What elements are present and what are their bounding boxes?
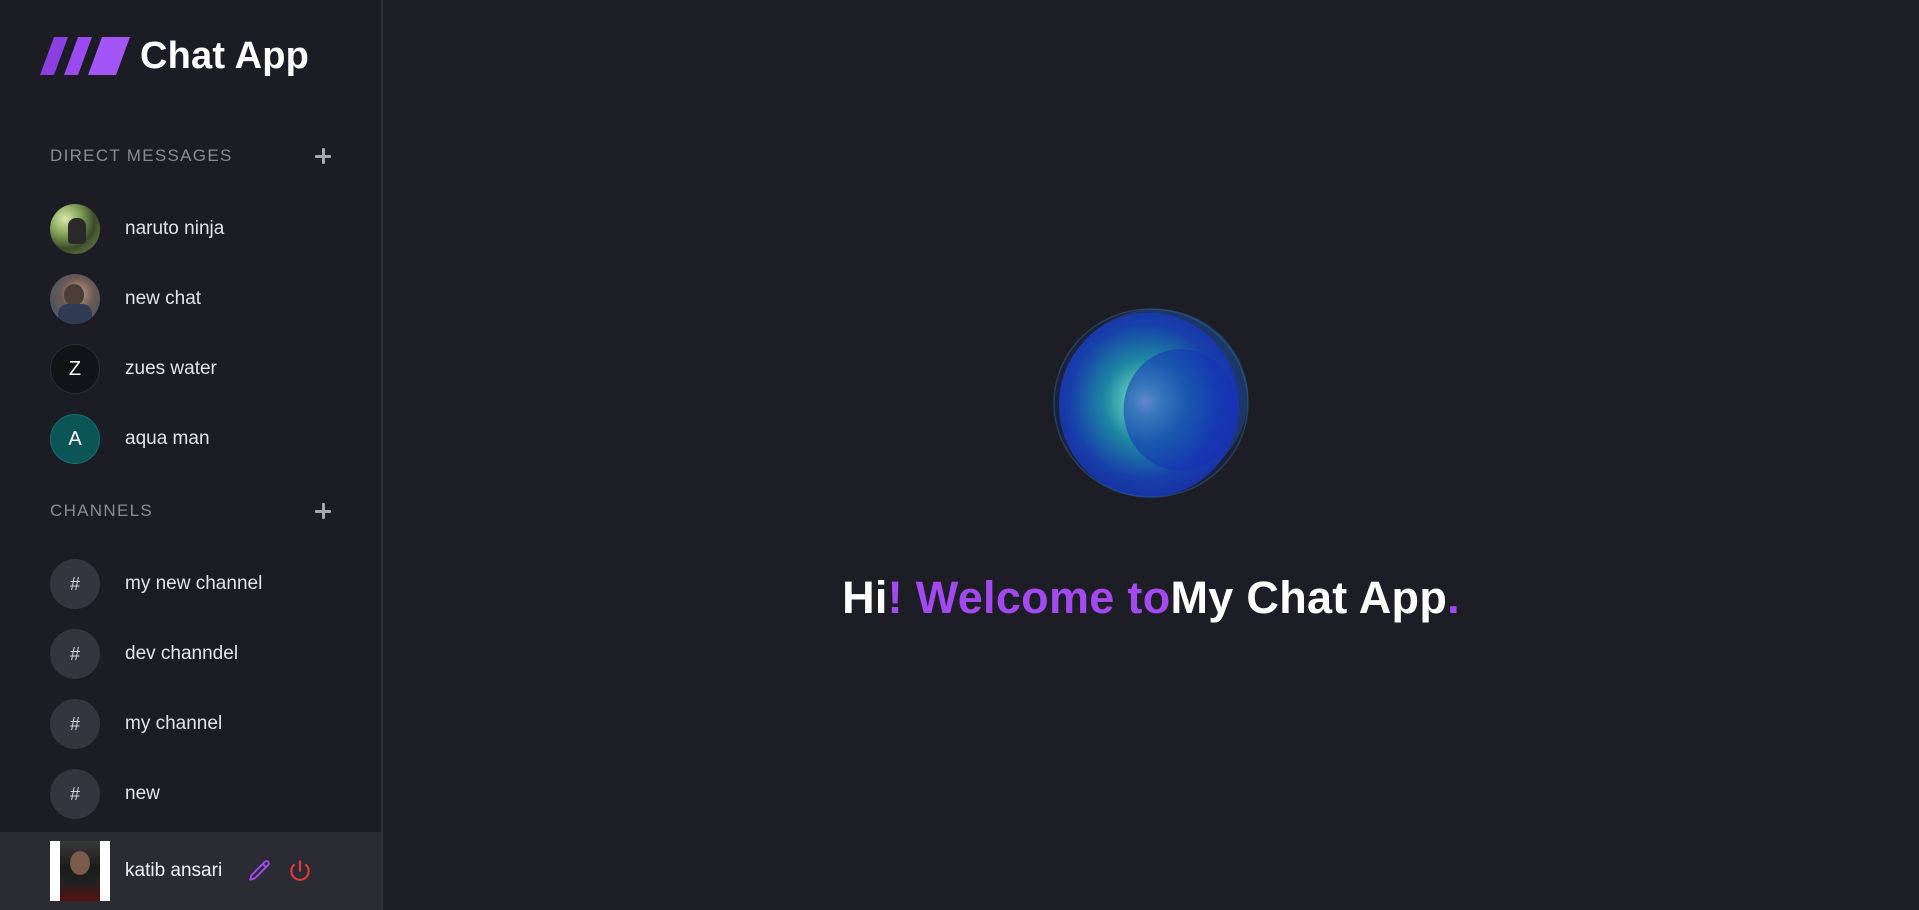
channel-name: my new channel [125,573,263,594]
avatar [50,274,100,324]
direct-messages-list: naruto ninja new chat Z zues water A aqu… [50,194,350,474]
avatar: A [50,414,100,464]
welcome-period: . [1447,572,1460,623]
channel-item[interactable]: # my channel [50,689,350,759]
dm-item[interactable]: Z zues water [50,334,350,404]
dm-item[interactable]: naruto ninja [50,194,350,264]
welcome-orb-animation [1053,308,1249,498]
dm-item[interactable]: new chat [50,264,350,334]
welcome-hi: Hi [842,572,888,623]
sidebar: Chat App DIRECT MESSAGES naruto ninja ne… [0,0,383,910]
welcome-heading: Hi! Welcome toMy Chat App. [383,572,1919,624]
channels-title: CHANNELS [50,501,153,520]
add-channel-button[interactable] [311,499,335,523]
welcome-to: ! Welcome to [887,572,1171,623]
dm-name: aqua man [125,428,210,449]
brand[interactable]: Chat App [40,34,309,78]
hash-icon: # [50,629,100,679]
welcome-app-name: My Chat App [1170,572,1448,623]
dm-name: naruto ninja [125,218,225,239]
avatar: Z [50,344,100,394]
add-direct-message-button[interactable] [311,144,335,168]
app-root: Chat App DIRECT MESSAGES naruto ninja ne… [0,0,1919,910]
channel-name: new [125,783,160,804]
app-title: Chat App [140,34,310,77]
profile-bar: katib ansari [0,832,381,910]
channel-name: dev channdel [125,643,239,664]
power-icon [290,860,310,881]
avatar [50,204,100,254]
channel-item[interactable]: # new [50,759,350,829]
hash-icon: # [50,559,100,609]
hash-icon: # [50,769,100,819]
edit-profile-button[interactable] [245,856,275,886]
dm-item[interactable]: A aqua man [50,404,350,474]
direct-messages-header: DIRECT MESSAGES [50,144,335,168]
channel-item[interactable]: # dev channdel [50,619,350,689]
pencil-icon [249,860,270,881]
dm-name: new chat [125,288,202,309]
channels-header: CHANNELS [50,499,335,523]
dm-name: zues water [125,358,217,379]
direct-messages-title: DIRECT MESSAGES [50,146,233,165]
profile-avatar[interactable] [50,841,110,901]
channel-name: my channel [125,713,223,734]
profile-name: katib ansari [125,860,223,881]
app-logo-icon [40,37,130,75]
logout-button[interactable] [285,856,315,886]
main-welcome-area: Hi! Welcome toMy Chat App. [383,0,1919,910]
channels-list: # my new channel # dev channdel # my cha… [50,549,350,829]
hash-icon: # [50,699,100,749]
channel-item[interactable]: # my new channel [50,549,350,619]
